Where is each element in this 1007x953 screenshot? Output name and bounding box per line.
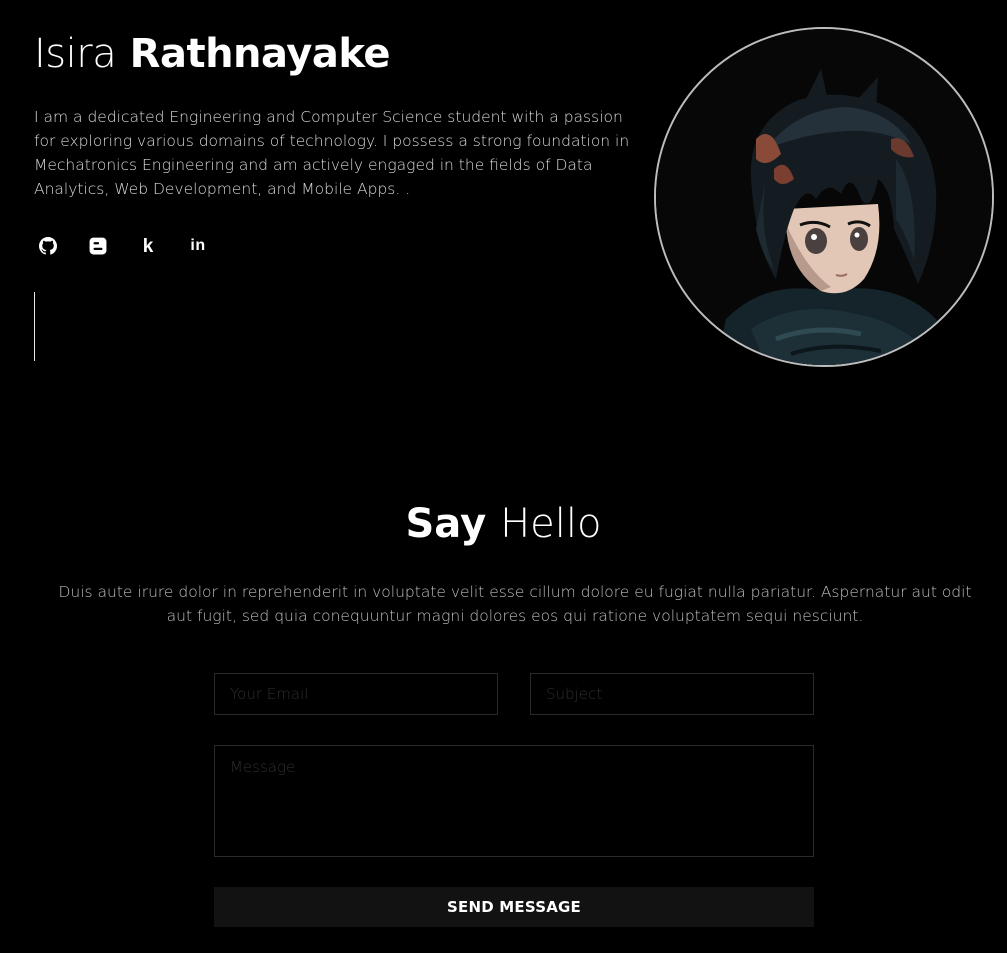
linkedin-icon: in xyxy=(190,237,206,254)
email-field[interactable] xyxy=(214,673,498,715)
anime-portrait-icon xyxy=(656,29,992,365)
contact-title: Say Hello xyxy=(0,498,1007,550)
hero-name: Isira Rathnayake xyxy=(34,28,391,80)
blogger-icon xyxy=(89,237,107,255)
send-message-button[interactable]: SEND MESSAGE xyxy=(214,887,814,927)
blogger-link[interactable] xyxy=(86,234,110,258)
contact-title-light: Hello xyxy=(500,501,602,547)
first-name: Isira xyxy=(34,31,117,77)
linkedin-link[interactable]: in xyxy=(186,234,210,258)
decorative-divider xyxy=(34,292,35,361)
contact-title-bold: Say xyxy=(405,501,487,547)
subject-field[interactable] xyxy=(530,673,814,715)
portfolio-page: Isira Rathnayake I am a dedicated Engine… xyxy=(0,0,1007,953)
github-icon xyxy=(39,237,57,255)
message-field[interactable] xyxy=(214,745,814,857)
avatar xyxy=(654,27,994,367)
contact-description: Duis aute irure dolor in reprehenderit i… xyxy=(58,583,972,625)
hero-bio: I am a dedicated Engineering and Compute… xyxy=(34,108,630,198)
kaggle-icon: k xyxy=(142,235,154,257)
social-links: k in xyxy=(36,234,210,258)
github-link[interactable] xyxy=(36,234,60,258)
kaggle-link[interactable]: k xyxy=(136,234,160,258)
last-name: Rathnayake xyxy=(129,31,391,77)
